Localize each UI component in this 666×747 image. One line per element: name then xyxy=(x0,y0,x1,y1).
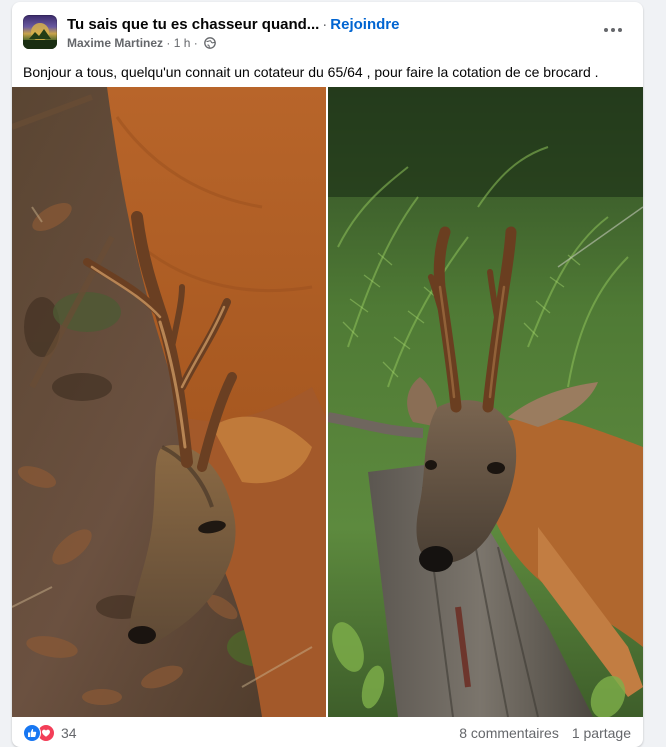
meta-separator: · xyxy=(193,36,198,50)
comments-count-link[interactable]: 8 commentaires xyxy=(459,725,559,741)
join-group-link[interactable]: Rejoindre xyxy=(330,16,399,33)
post-meta: Maxime Martinez · 1 h · xyxy=(67,36,216,52)
roe-deer-photo-left[interactable] xyxy=(12,87,326,717)
post-text: Bonjour a tous, quelqu'un connait un cot… xyxy=(23,64,599,80)
post-stats: 8 commentaires 1 partage xyxy=(459,725,631,741)
post-photos xyxy=(12,87,643,717)
author-name-link[interactable]: Maxime Martinez xyxy=(67,36,163,50)
like-icon xyxy=(23,724,41,742)
group-avatar[interactable] xyxy=(23,15,57,49)
post-footer: 34 8 commentaires 1 partage xyxy=(12,718,643,746)
shares-count-link[interactable]: 1 partage xyxy=(572,725,631,741)
title-separator: · xyxy=(322,16,328,33)
group-name-link[interactable]: Tu sais que tu es chasseur quand... xyxy=(67,16,319,33)
feed-post: Tu sais que tu es chasseur quand... · Rejo… xyxy=(12,2,643,747)
post-header: Tu sais que tu es chasseur quand... · Rejo… xyxy=(12,2,643,54)
post-title-line: Tu sais que tu es chasseur quand... · Rejo… xyxy=(67,16,399,33)
reactions-summary[interactable]: 34 xyxy=(23,724,77,742)
globe-icon xyxy=(204,37,216,52)
roe-deer-photo-right[interactable] xyxy=(328,87,643,717)
more-options-icon[interactable] xyxy=(599,20,627,40)
post-time-link[interactable]: 1 h xyxy=(174,36,191,50)
meta-separator: · xyxy=(166,36,171,50)
reaction-count: 34 xyxy=(61,725,77,741)
